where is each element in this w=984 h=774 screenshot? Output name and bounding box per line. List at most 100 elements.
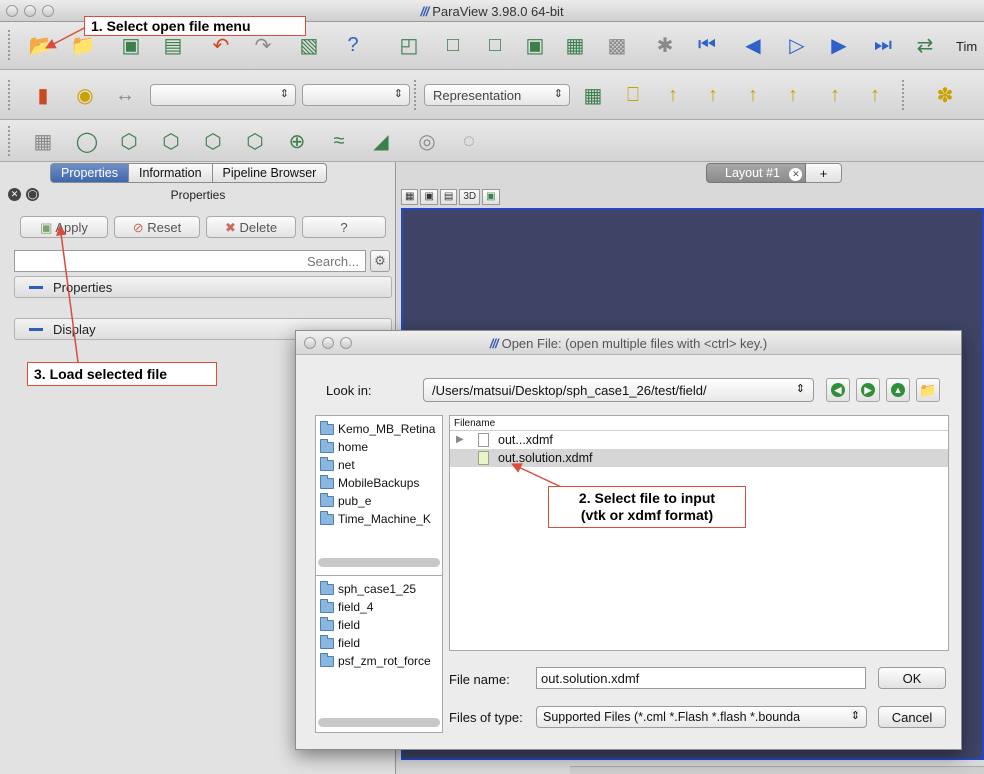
view-settings-icon[interactable]: ▣ [482,189,500,205]
reset-camera-icon[interactable]: ▦ [580,82,606,108]
new-folder-button[interactable]: 📁 [916,378,940,402]
dialog-zoom-button[interactable] [340,337,352,349]
previous-frame-icon[interactable]: ◀ [740,32,766,58]
calculator-icon[interactable]: ▦ [30,128,56,154]
stream-tracer-icon[interactable]: ≈ [326,128,352,154]
back-button[interactable]: ◀ [826,378,850,402]
dialog-minimize-button[interactable] [322,337,334,349]
close-layout-icon[interactable]: ✕ [789,168,803,181]
view-plus-z-icon[interactable]: ↑ [822,82,848,108]
tab-properties[interactable]: Properties [50,163,129,183]
recent-scrollbar[interactable] [318,718,440,727]
rescale-range-icon[interactable]: ↔ [112,82,138,108]
toolbar-grip[interactable] [414,80,418,110]
dialog-close-button[interactable] [304,337,316,349]
component-combo[interactable]: ⇕ [302,84,410,106]
color-by-combo[interactable]: ⇕ [150,84,296,106]
interactive-select-icon[interactable]: ✱ [652,32,678,58]
apply-button[interactable]: ▣ Apply [20,216,108,238]
list-item[interactable]: field [316,634,442,652]
file-name-input[interactable] [536,667,866,689]
view-minus-y-icon[interactable]: ↑ [780,82,806,108]
tab-pipeline-browser[interactable]: Pipeline Browser [212,163,328,183]
list-item[interactable]: pub_e [316,492,442,510]
file-list[interactable]: Filename ▶ out...xdmf out.solution.xdmf [449,415,949,651]
look-in-combo[interactable]: /Users/matsui/Desktop/sph_case1_26/test/… [423,378,814,402]
list-item[interactable]: psf_zm_rot_force [316,652,442,670]
toolbar-grip[interactable] [8,80,12,110]
next-frame-icon[interactable]: ▶ [826,32,852,58]
threshold-icon[interactable]: ⬡ [200,128,226,154]
tab-information[interactable]: Information [128,163,213,183]
list-item[interactable]: Time_Machine_K [316,510,442,528]
toggle-3d-button[interactable]: 3D [459,189,481,205]
view-minus-z-icon[interactable]: ↑ [862,82,888,108]
list-item[interactable]: MobileBackups [316,474,442,492]
table-row[interactable]: out.solution.xdmf [450,449,948,467]
favorites-scrollbar[interactable] [318,558,440,567]
delete-button[interactable]: ✖ Delete [206,216,296,238]
first-frame-icon[interactable]: ⏮ [694,32,720,58]
color-legend-icon[interactable]: ◉ [72,82,98,108]
help-icon[interactable]: ? [340,32,366,58]
toolbar-grip[interactable] [8,30,12,60]
select-points-on-icon[interactable]: □ [482,32,508,58]
list-item[interactable]: home [316,438,442,456]
favorites-list[interactable]: Kemo_MB_Retina home net MobileBackups pu… [315,415,443,581]
select-block-icon[interactable]: ▩ [604,32,630,58]
list-item[interactable]: field_4 [316,598,442,616]
last-frame-icon[interactable]: ⏭ [870,32,896,58]
list-item[interactable]: net [316,456,442,474]
forward-button[interactable]: ▶ [856,378,880,402]
help-button[interactable]: ? [302,216,386,238]
list-item[interactable]: field [316,616,442,634]
toolbar-grip[interactable] [8,126,12,156]
group-datasets-icon[interactable]: ◎ [414,128,440,154]
select-points-through-icon[interactable]: ▦ [562,32,588,58]
zoom-to-data-icon[interactable]: ⎕ [620,82,646,108]
glyph-icon[interactable]: ⊕ [284,128,310,154]
loop-icon[interactable]: ⇄ [912,32,938,58]
center-axes-icon[interactable]: ✽ [932,82,958,108]
select-cells-on-icon[interactable]: □ [440,32,466,58]
search-field[interactable] [14,250,366,272]
view-plus-x-icon[interactable]: ↑ [660,82,686,108]
add-layout-tab[interactable]: + [806,163,842,183]
up-folder-button[interactable]: ▲ [886,378,910,402]
close-panel-icon[interactable]: ✕ [8,188,21,201]
representation-combo[interactable]: Representation ⇕ [424,84,570,106]
files-of-type-combo[interactable]: Supported Files (*.cml *.Flash *.flash *… [536,706,867,728]
open-file-icon[interactable]: 📂 [28,32,54,58]
table-row[interactable]: ▶ out...xdmf [450,431,948,449]
select-cells-through-icon[interactable]: ▣ [522,32,548,58]
capture-screenshot-icon[interactable]: ▦ [401,189,419,205]
extract-subset-icon[interactable]: ⬡ [242,128,268,154]
color-map-editor-icon[interactable]: ▮ [30,82,56,108]
list-item[interactable]: sph_case1_25 [316,580,442,598]
slice-icon[interactable]: ⬡ [158,128,184,154]
filename-column-header[interactable]: Filename [450,416,948,431]
expand-icon[interactable]: ▶ [456,434,464,445]
extract-level-icon[interactable]: ◌ [456,128,482,154]
tab-layout-1[interactable]: Layout #1 ✕ [706,163,806,183]
play-icon[interactable]: ▷ [784,32,810,58]
camera-icon[interactable]: ▣ [420,189,438,205]
section-properties[interactable]: Properties [14,276,392,298]
list-item[interactable]: Kemo_MB_Retina [316,420,442,438]
contour-icon[interactable]: ◯ [74,128,100,154]
warp-vector-icon[interactable]: ◢ [368,128,394,154]
reset-button[interactable]: ⊘ Reset [114,216,200,238]
view-minus-x-icon[interactable]: ↑ [700,82,726,108]
cancel-button[interactable]: Cancel [878,706,946,728]
toolbar-grip[interactable] [902,80,906,110]
interact-select-icon[interactable]: ◰ [396,32,422,58]
search-input[interactable] [15,251,365,271]
clip-icon[interactable]: ⬡ [116,128,142,154]
split-view-icon[interactable]: ▤ [439,189,458,205]
recent-list[interactable]: sph_case1_25 field_4 field field psf_zm_… [315,575,443,733]
ok-button[interactable]: OK [878,667,946,689]
list-item-label: home [338,440,369,454]
view-plus-y-icon[interactable]: ↑ [740,82,766,108]
advanced-settings-icon[interactable]: ⚙ [370,250,390,272]
float-panel-icon[interactable]: ◯ [26,188,39,201]
